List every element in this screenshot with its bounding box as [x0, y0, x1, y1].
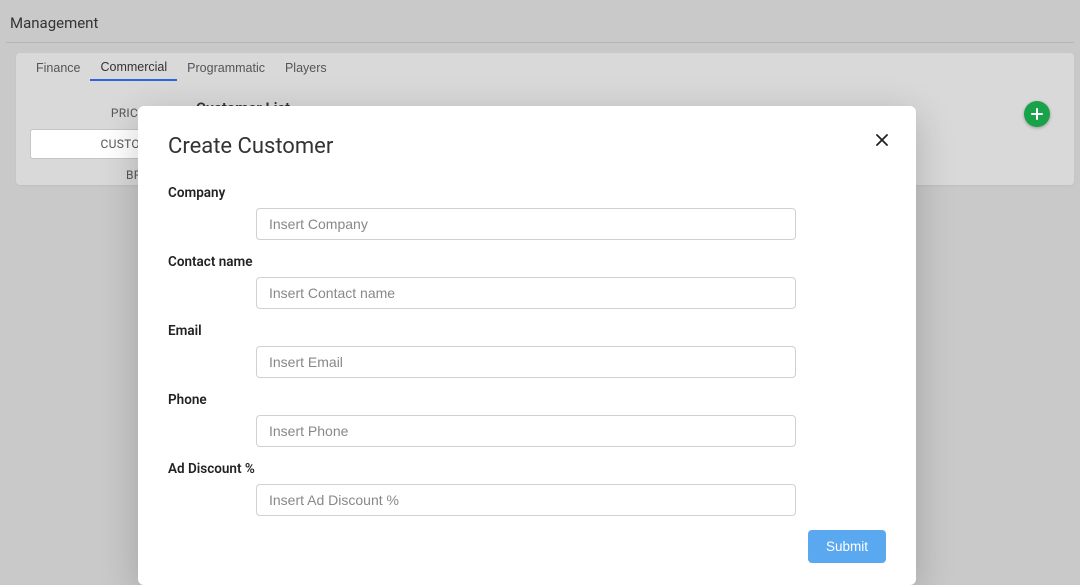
ad-discount-input[interactable] — [256, 484, 796, 516]
field-label-email: Email — [168, 323, 886, 339]
field-label-contact-name: Contact name — [168, 254, 886, 270]
field-phone: Phone — [168, 392, 886, 447]
close-icon — [876, 130, 888, 151]
contact-name-input[interactable] — [256, 277, 796, 309]
modal-overlay: Create Customer Company Contact name Ema… — [0, 0, 1080, 561]
field-label-company: Company — [168, 185, 886, 201]
email-input[interactable] — [256, 346, 796, 378]
phone-input[interactable] — [256, 415, 796, 447]
close-button[interactable] — [872, 130, 892, 150]
field-ad-discount: Ad Discount % — [168, 461, 886, 516]
field-company: Company — [168, 185, 886, 240]
create-customer-modal: Create Customer Company Contact name Ema… — [138, 106, 916, 585]
modal-title: Create Customer — [168, 134, 886, 159]
modal-footer: Submit — [168, 530, 886, 563]
field-email: Email — [168, 323, 886, 378]
submit-button[interactable]: Submit — [808, 530, 886, 563]
company-input[interactable] — [256, 208, 796, 240]
field-label-ad-discount: Ad Discount % — [168, 461, 886, 477]
field-contact-name: Contact name — [168, 254, 886, 309]
field-label-phone: Phone — [168, 392, 886, 408]
